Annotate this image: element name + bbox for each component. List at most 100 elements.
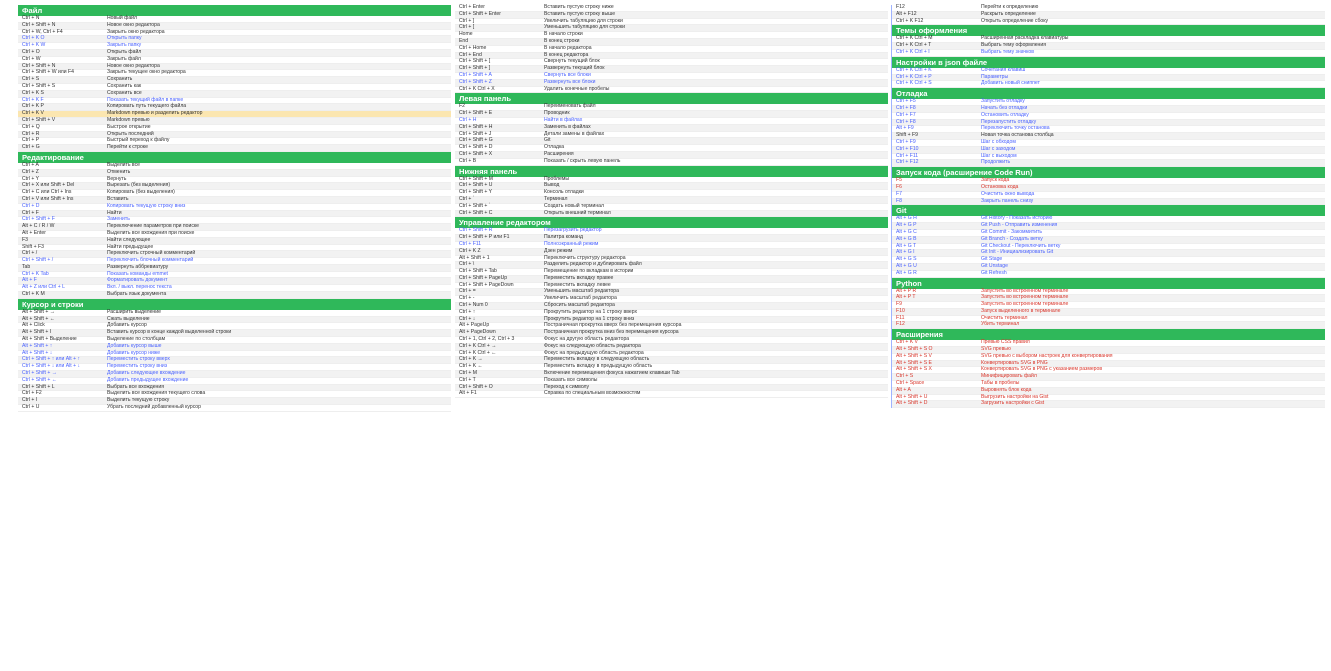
shortcut-description: Остановить отладку (981, 111, 1029, 118)
shortcut-row: Alt + A Выровнять блок кода (892, 386, 1325, 395)
shortcut-description: Включение перемещения фокуса нажатием кл… (544, 370, 680, 377)
shortcut-description: Расширения (544, 150, 574, 157)
shortcut-row: Alt + G H Git History - Показать историю (892, 216, 1325, 224)
shortcut-row: Alt + G B Git Branch - Создать ветку (892, 236, 1325, 244)
shortcut-row: Ctrl + Shift + F Заменить (18, 217, 451, 225)
shortcut-row: F3 Найти следующее (18, 237, 451, 245)
shortcut-row: Alt + Shift + ↑ Добавить курсор выше (18, 342, 451, 351)
shortcut-description: Сочетания клавиш (981, 66, 1026, 73)
section-header: Темы оформления (892, 25, 1325, 37)
shortcut-row: Ctrl + Shift + O Переход к символу (455, 384, 888, 392)
shortcut-row: Alt + Shift + ← Сжать выделение (18, 316, 451, 324)
shortcut-row: Ctrl + Shift + PageDown Переместить вклад… (455, 282, 888, 290)
shortcut-row: Ctrl + F12 Продолжить (892, 160, 1325, 168)
shortcut-description: Закрыть текущее окно редактора (107, 69, 186, 76)
shortcut-row: Alt + Shift + S E Конвертировать SVG в PN… (892, 360, 1325, 368)
shortcut-row: Ctrl + Shift + / Переключить блочный комм… (18, 257, 451, 265)
shortcut-keys: Ctrl + K Ctrl + X (459, 85, 495, 92)
shortcut-row: Alt + Shift + S V SVG превью с выбором на… (892, 353, 1325, 361)
shortcut-description: Сохранить (107, 76, 133, 83)
shortcut-description: Закрыть окно редактора (107, 28, 165, 35)
shortcut-description: Отменить (107, 168, 131, 175)
shortcut-keys: Alt + P T (896, 294, 916, 301)
shortcut-row: Ctrl + F5 Запустить отладку (892, 98, 1325, 106)
shortcut-keys: End (459, 37, 469, 44)
shortcut-row: Ctrl + Shift + D Отладка (455, 144, 888, 152)
shortcut-row: Alt + F12 Раскрыть определение (892, 11, 1325, 19)
shortcut-description: Свернуть все блоки (544, 71, 591, 78)
shortcut-row: Ctrl + K M Выбрать язык документа (18, 291, 451, 299)
shortcut-row: Ctrl + R Открыть последний (18, 131, 451, 139)
shortcut-row: Ctrl + B Показать / скрыть левую панель (455, 158, 888, 166)
shortcut-description: Выделение по столбцам (107, 336, 166, 343)
shortcut-description: Добавить следующее вхождение (107, 370, 186, 377)
shortcut-description: Превью CSS правил (981, 339, 1030, 346)
shortcut-keys: Alt + Shift + Выделение (22, 336, 77, 343)
shortcut-row: Ctrl + Shift + → Добавить следующее вхожд… (18, 370, 451, 378)
shortcut-row: Ctrl + A Выделить все (18, 162, 451, 170)
shortcut-row: Alt + Shift + 1 Переключить структуру ред… (455, 255, 888, 263)
shortcut-section: Управление редактором Ctrl + Shift + R Пер… (455, 217, 888, 399)
shortcut-description: Прокрутить редактор на 1 строку вверх (544, 308, 638, 315)
shortcut-row: Ctrl + D Копировать текущую строку вниз (18, 203, 451, 211)
shortcut-description: Git Stage (981, 256, 1003, 263)
shortcut-description: Фокус на другую область редактора (544, 336, 630, 343)
shortcut-row: Ctrl + K Ctrl + M Расширенная раскладка к… (892, 36, 1325, 44)
shortcut-keys: Alt + Shift + → (22, 308, 55, 315)
shortcut-description: Удалить конечные пробелы (544, 85, 610, 92)
shortcut-keys: Alt + G R (896, 269, 917, 276)
shortcut-row: Alt + Shift + → Расширить выделение (18, 308, 451, 317)
shortcut-row: Alt + G S Git Stage (892, 256, 1325, 264)
shortcut-row: Tab Развернуть аббревиатуру (18, 263, 451, 272)
shortcut-keys: Alt + G C (896, 228, 917, 235)
shortcut-row: Ctrl + Shift + Y Консоль отладки (455, 189, 888, 197)
shortcut-keys: Ctrl + Shift + ← (22, 376, 57, 383)
shortcut-keys: Ctrl + K Z (459, 247, 481, 254)
shortcut-keys: Ctrl + G (22, 144, 40, 151)
shortcut-description: Перезагрузить редактор (544, 227, 602, 234)
shortcut-row: Ctrl + Y Вернуть (18, 176, 451, 184)
shortcut-description: Открыть внешний терминал (544, 209, 611, 216)
shortcut-row: Ctrl + ↑ Прокрутить редактор на 1 строку … (455, 308, 888, 317)
shortcut-row: Ctrl + Shift + ← Добавить предыдущее вхож… (18, 376, 451, 385)
shortcut-description: Открыть определение сбоку (981, 17, 1049, 24)
shortcut-row: Shift + F9 Новая точка останова столбца (892, 132, 1325, 140)
shortcut-description: Закрыть папку (107, 42, 142, 49)
shortcut-keys: Ctrl + F7 (896, 111, 916, 118)
shortcut-keys: Alt + Shift + ↑ (22, 342, 53, 349)
shortcut-description: Дзен режим (544, 247, 573, 254)
shortcut-section: Расширения Ctrl + K V Превью CSS правил Alt… (892, 329, 1325, 409)
section-header: Расширения (892, 329, 1325, 341)
shortcut-row: Ctrl + T Показать все символы (455, 377, 888, 385)
shortcut-keys: Tab (22, 263, 31, 270)
shortcut-description: Создать новый терминал (544, 202, 604, 209)
shortcut-row: Ctrl + V или Shift + Ins Вставить (18, 196, 451, 204)
shortcut-section: Курсор и строки Alt + Shift + → Расширить … (18, 298, 451, 412)
shortcut-row: Alt + Enter Выделить все вхождения при по… (18, 230, 451, 238)
shortcut-description: Вставить пустую строку выше (544, 10, 616, 17)
shortcut-row: Ctrl + F9 Шаг с обходом (892, 139, 1325, 147)
shortcut-keys: Ctrl + Z (22, 168, 39, 175)
shortcut-row: Ctrl + / Переключить строчный комментарий (18, 250, 451, 259)
shortcut-row: Ctrl + Space Табы в пробелы (892, 380, 1325, 388)
shortcut-row: Ctrl + F11 Шаг с выходом (892, 153, 1325, 161)
shortcut-row: F12 Перейти к определению (892, 4, 1325, 12)
shortcut-row: Ctrl + W, Ctrl + F4 Закрыть окно редактор… (18, 28, 451, 37)
shortcut-description: Git Refresh (981, 269, 1007, 276)
shortcut-description: Уменьшить табуляцию для строки (544, 24, 625, 31)
section-header: Курсор и строки (18, 298, 451, 310)
shortcut-row: Ctrl + Shift + W или F4 Закрыть текущее о… (18, 69, 451, 78)
shortcut-row: Ctrl + F11 Полноэкранный режим (455, 241, 888, 249)
shortcut-row: Ctrl + K Ctrl + K Сочетания клавиш (892, 66, 1325, 75)
shortcut-row: Ctrl + Shift + ] Развернуть текущий блок (455, 65, 888, 73)
shortcut-description: Проблемы (544, 175, 569, 182)
shortcut-row: Ctrl + I Выделить текущую строку (18, 397, 451, 406)
shortcut-keys: Ctrl + Shift + X (459, 150, 493, 157)
shortcut-description: Копировать (без выделения) (107, 189, 175, 196)
shortcut-row: Ctrl + K S Сохранить все (18, 90, 451, 98)
shortcut-description: Сохранить как (107, 82, 142, 89)
shortcut-row: Ctrl + Q Быстрое открытие (18, 124, 451, 132)
section-header: Управление редактором (455, 217, 888, 229)
shortcut-description: Выровнять блок кода (981, 386, 1032, 393)
shortcut-row: Ctrl + G Перейти к строке (18, 144, 451, 152)
